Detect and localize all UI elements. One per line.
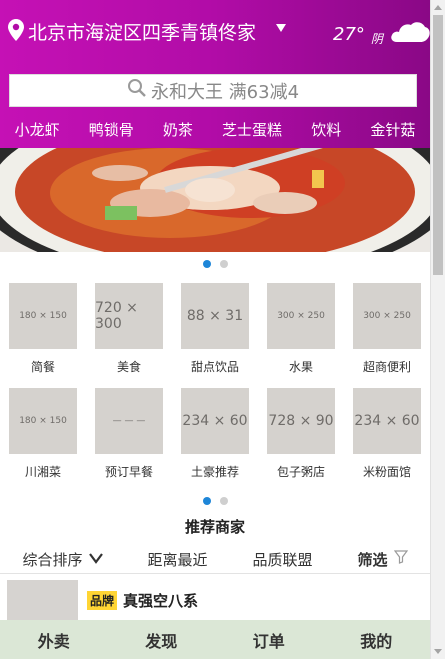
search-icon [127,78,147,103]
scroll-down-arrow-icon[interactable] [434,649,442,654]
tile-label: 简餐 [30,360,55,374]
bottom-tab-bar: 外卖 发现 订单 我的 [0,620,430,659]
divider [0,573,430,574]
category-tile[interactable]: 728 × 90 包子粥店 [266,388,336,480]
tile-label: 土豪推荐 [190,465,239,479]
category-tile[interactable]: 720 × 300 美食 [94,283,164,375]
weather-widget: 27° 阴 [333,20,431,48]
tab-discover[interactable]: 发现 [137,622,185,658]
funnel-icon [393,550,408,568]
pagination-dot[interactable] [219,497,228,505]
category-item[interactable]: 鸭锁骨 [87,119,136,140]
category-item[interactable]: 饮料 [309,119,343,140]
weather-condition: 阴 [370,31,383,46]
category-nav: 小龙虾 鸭锁骨 奶茶 芝士蛋糕 饮料 金针菇 [0,119,430,140]
category-tile[interactable]: 300 × 250 水果 [266,283,336,375]
location-text: 北京市海淀区四季青镇佟家 [28,22,257,44]
tile-thumbnail: 180 × 150 [9,283,77,349]
sort-comprehensive[interactable]: 综合排序 [22,549,103,570]
category-tile[interactable]: 300 × 250 超商便利 [352,283,422,375]
brand-badge: 品牌 [87,591,118,610]
tile-label: 水果 [288,360,313,374]
tile-thumbnail: 300 × 250 [353,283,421,349]
banner-food-image [0,148,430,252]
category-item[interactable]: 小龙虾 [13,119,62,140]
cloud-icon [389,20,431,48]
grid-row: 180 × 150 川湘菜 — — — 预订早餐 234 × 60 土豪推荐 7… [0,388,430,480]
pagination-dot[interactable] [202,260,211,268]
search-placeholder: 永和大王 满63减4 [150,81,300,103]
merchant-info: 品牌 真强空八系 [87,590,198,611]
category-item[interactable]: 芝士蛋糕 [220,119,284,140]
tile-thumbnail: 88 × 31 [181,283,249,349]
scroll-up-arrow-icon[interactable] [434,5,442,10]
tile-thumbnail: 234 × 60 [181,388,249,454]
tab-takeout[interactable]: 外卖 [30,622,78,658]
merchant-thumbnail [7,580,78,620]
category-tile[interactable]: 180 × 150 川湘菜 [8,388,78,480]
filter-button[interactable]: 筛选 [357,549,408,570]
category-tile[interactable]: 234 × 60 米粉面馆 [352,388,422,480]
pagination-dot[interactable] [202,497,211,505]
tile-label: 预订早餐 [104,465,153,479]
tile-thumbnail: — — — [95,388,163,454]
pagination-dot[interactable] [219,260,228,268]
tile-thumbnail: 300 × 250 [267,283,335,349]
header: 北京市海淀区四季青镇佟家 27° 阴 永和大王 满63减4 小龙虾 鸭锁骨 奶茶… [0,0,430,148]
tile-thumbnail: 728 × 90 [267,388,335,454]
search-box[interactable]: 永和大王 满63减4 [9,74,417,107]
scrollbar-thumb[interactable] [433,15,443,275]
category-grid: 180 × 150 简餐 720 × 300 美食 88 × 31 甜点饮品 3… [0,283,430,375]
tile-label: 川湘菜 [24,465,61,479]
tile-thumbnail: 720 × 300 [95,283,163,349]
banner-pagination [0,260,430,268]
caret-down-icon[interactable] [276,24,286,32]
temperature: 27° [333,23,365,45]
tab-orders[interactable]: 订单 [245,622,293,658]
tile-thumbnail: 180 × 150 [9,388,77,454]
tile-label: 甜点饮品 [190,360,239,374]
tab-profile[interactable]: 我的 [352,622,400,658]
section-title: 推荐商家 [184,518,245,536]
sort-quality[interactable]: 品质联盟 [252,549,312,570]
location-selector[interactable]: 北京市海淀区四季青镇佟家 [8,18,256,45]
merchant-card[interactable]: 品牌 真强空八系 [7,580,427,620]
chevron-down-icon [88,550,103,568]
category-tile[interactable]: 180 × 150 简餐 [8,283,78,375]
merchant-name: 真强空八系 [123,592,199,610]
tile-label: 超商便利 [362,360,411,374]
sort-comprehensive-label: 综合排序 [22,550,83,569]
banner-carousel[interactable] [0,148,430,252]
category-grid: 180 × 150 川湘菜 — — — 预订早餐 234 × 60 土豪推荐 7… [0,388,430,480]
app-root: 北京市海淀区四季青镇佟家 27° 阴 永和大王 满63减4 小龙虾 鸭锁骨 奶茶… [0,0,445,659]
tile-label: 米粉面馆 [362,465,411,479]
category-tile[interactable]: — — — 预订早餐 [94,388,164,480]
grid-row: 180 × 150 简餐 720 × 300 美食 88 × 31 甜点饮品 3… [0,283,430,375]
tile-label: 美食 [116,360,141,374]
category-tile[interactable]: 234 × 60 土豪推荐 [180,388,250,480]
sort-distance[interactable]: 距离最近 [147,549,207,570]
vertical-scrollbar[interactable] [430,0,445,659]
map-pin-icon [8,18,24,45]
tile-thumbnail: 234 × 60 [353,388,421,454]
grid-pagination [0,497,430,505]
category-item[interactable]: 奶茶 [161,119,195,140]
sort-bar: 综合排序 距离最近 品质联盟 筛选 [0,546,430,572]
category-item[interactable]: 金针菇 [368,119,417,140]
filter-label: 筛选 [357,550,388,569]
category-tile[interactable]: 88 × 31 甜点饮品 [180,283,250,375]
tile-label: 包子粥店 [276,465,325,479]
